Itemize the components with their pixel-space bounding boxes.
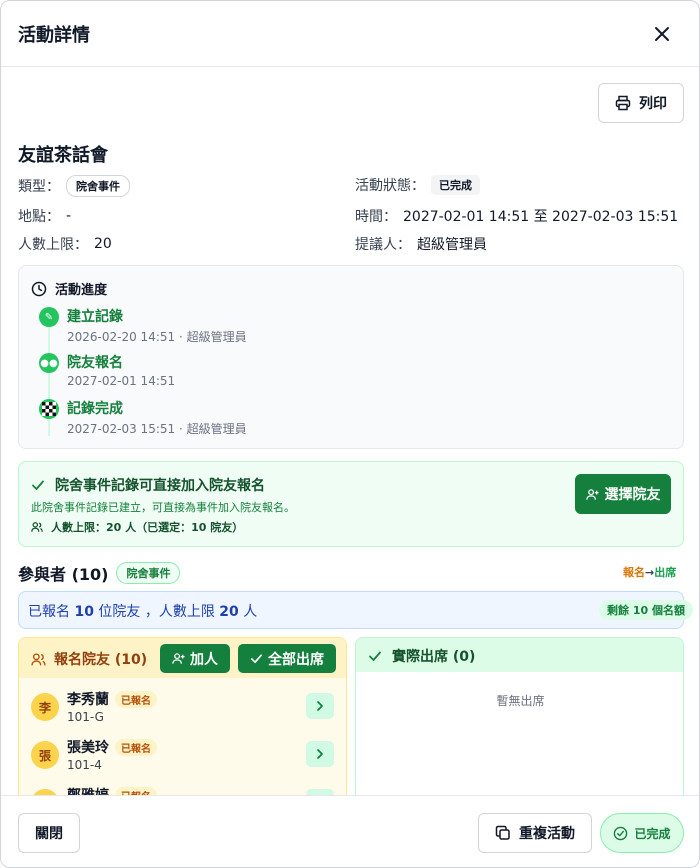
progress-title: 活動進度 [31,279,107,298]
user-plus-icon [585,488,599,500]
proposer-row: 提議人： 超級管理員 [355,234,487,254]
remaining-badge: 剩餘 10 個名額 [599,600,693,620]
registered-badge: 已報名 [115,691,157,708]
location-label: 地點： [18,209,60,225]
modal-body: 列印 友誼茶話會 類型： 院舍事件 活動狀態： 已完成 地點： - 時間： 20… [1,67,699,795]
status-badge: 已完成 [431,175,480,195]
clock-icon [31,281,47,296]
type-row: 類型： 院舍事件 [18,175,130,197]
user-plus-icon [172,653,185,664]
users-icon [31,652,46,665]
attended-header: 實際出席 (0) [356,638,683,672]
check-circle-icon [614,826,628,840]
location-row: 地點： - [18,206,71,226]
step-meta: 2026-02-20 14:51 · 超級管理員 [67,330,247,344]
time-label: 時間： [355,209,397,225]
chevron-right-icon [317,701,323,711]
participants-title: 參與者 (10) [18,565,109,584]
check-icon [369,651,381,661]
registered-column: 報名院友 (10) 加人 全部出席 李 李秀蘭 已報名 101-G 張 張美玲 … [18,637,347,795]
notice-title: 院舍事件記錄可直接加入院友報名 [31,475,265,495]
list-item: 李 李秀蘭 已報名 101-G [19,686,346,730]
type-badge: 院舍事件 [66,175,130,197]
flow-legend: 報名→出席 [623,564,676,580]
move-to-attended-button[interactable] [306,693,334,719]
notice-description: 此院舍事件記錄已建立，可直接為事件加入院友報名。 [31,501,295,514]
event-title: 友誼茶話會 [18,145,108,166]
people-icon: ●● [39,353,59,373]
location-value: - [66,208,72,224]
chevron-right-icon [317,749,323,759]
flow-arrow: → [645,566,655,579]
attended-empty-state: 暫無出席 [496,694,545,708]
check-icon [32,480,44,490]
time-value: 2027-02-01 14:51 至 2027-02-03 15:51 [403,209,679,225]
printer-icon [615,95,631,111]
copy-icon [495,825,510,840]
registered-badge: 已報名 [115,787,157,795]
capacity-row: 人數上限： 20 [18,234,112,254]
attended-column: 實際出席 (0) 暫無出席 [355,637,684,795]
resident-name: 張美玲 [67,740,109,756]
mark-all-attended-button[interactable]: 全部出席 [238,644,336,673]
activity-detail-modal: 活動詳情 列印 友誼茶話會 類型： 院舍事件 活動狀態： 已完成 地點： - 時… [0,0,700,868]
resident-room: 101-G [67,710,104,724]
avatar: 張 [31,741,59,769]
completed-button[interactable]: 已完成 [600,813,684,853]
step-label: 記錄完成 [67,401,123,417]
duplicate-activity-button[interactable]: 重複活動 [478,813,592,853]
enrollment-notice: 院舍事件記錄可直接加入院友報名 此院舍事件記錄已建立，可直接為事件加入院友報名。… [18,461,684,547]
close-button[interactable] [647,19,677,49]
registered-header: 報名院友 (10) 加人 全部出席 [19,638,346,678]
resident-name: 李秀蘭 [67,692,109,708]
add-participant-button[interactable]: 加人 [160,644,230,673]
modal-header: 活動詳情 [1,1,699,67]
time-row: 時間： 2027-02-01 14:51 至 2027-02-03 15:51 [355,206,678,226]
flow-from: 報名 [623,566,645,579]
registered-badge: 已報名 [115,739,157,756]
proposer-value: 超級管理員 [417,237,487,253]
modal-title: 活動詳情 [18,25,90,46]
status-row: 活動狀態： 已完成 [355,175,480,195]
resident-room: 101-4 [67,758,102,772]
checkered-flag-icon [39,399,59,419]
proposer-label: 提議人： [355,237,411,253]
flow-to: 出席 [654,566,677,579]
summary-count: 10 [74,604,94,620]
participants-type-badge: 院舍事件 [116,562,181,584]
close-icon [655,27,669,41]
capacity-value: 20 [94,236,112,252]
close-dialog-button[interactable]: 關閉 [18,813,80,853]
progress-panel: 活動進度 ✎ 建立記錄 2026-02-20 14:51 · 超級管理員 ●● … [18,265,684,449]
memo-icon: ✎ [39,307,59,327]
notice-capacity: 人數上限：20 人（已選定：10 院友） [31,519,243,535]
resident-name: 鄭雅婷 [67,785,109,795]
users-icon [31,522,43,532]
list-item: 鄭 鄭雅婷 已報名 [19,782,346,795]
check-icon [251,654,262,664]
participants-heading: 參與者 (10) 院舍事件 [18,561,181,585]
type-label: 類型： [18,179,60,195]
attended-title: 實際出席 (0) [368,646,475,666]
capacity-label: 人數上限： [18,237,88,253]
print-button[interactable]: 列印 [598,83,684,123]
list-item: 張 張美玲 已報名 101-4 [19,734,346,778]
step-meta: 2027-02-01 14:51 [67,374,176,388]
step-label: 院友報名 [67,355,123,371]
registration-summary: 已報名 10 位院友 ，人數上限 20 人 剩餘 10 個名額 [18,591,693,629]
step-meta: 2027-02-03 15:51 · 超級管理員 [67,422,247,436]
status-label: 活動狀態： [355,178,425,194]
summary-limit: 20 [219,604,239,620]
print-label: 列印 [639,96,667,112]
modal-footer: 關閉 重複活動 已完成 [1,795,699,867]
step-label: 建立記錄 [67,309,123,325]
avatar: 李 [31,693,59,721]
move-to-attended-button[interactable] [306,741,334,767]
summary-text: 已報名 10 位院友 ，人數上限 20 人 [28,604,258,620]
select-residents-button[interactable]: 選擇院友 [575,474,671,514]
registered-title: 報名院友 (10) [31,649,147,669]
